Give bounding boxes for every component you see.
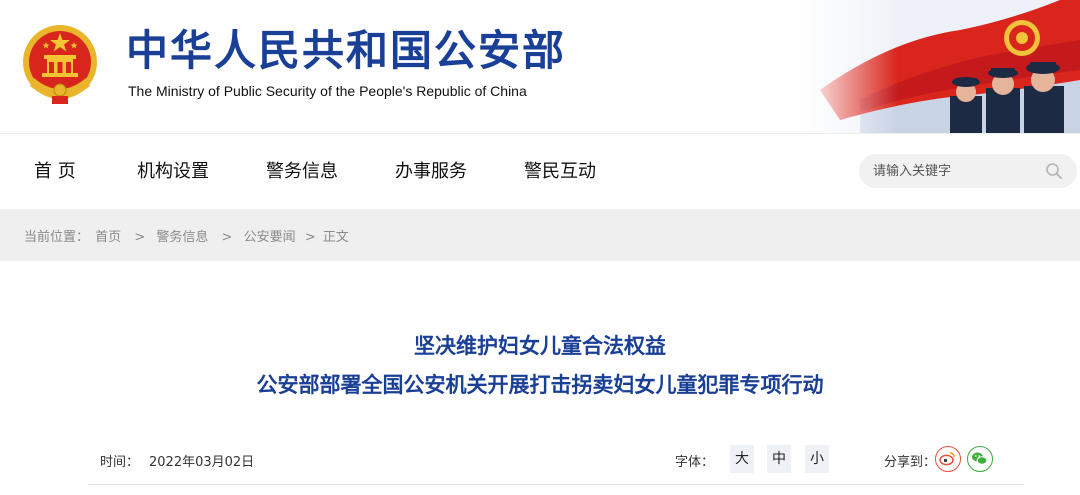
search-input[interactable] (873, 154, 1033, 188)
font-size-small-button[interactable]: 小 (805, 445, 829, 473)
honor-guard-banner-image (800, 0, 1080, 133)
site-title-chinese: 中华人民共和国公安部 (126, 26, 567, 75)
wechat-share-button[interactable] (967, 446, 993, 472)
weibo-share-button[interactable] (935, 446, 961, 472)
breadcrumb-news[interactable]: 公安要闻 (244, 230, 296, 245)
site-title-english: The Ministry of Public Security of the P… (128, 83, 527, 99)
breadcrumb-separator: > (134, 230, 146, 245)
nav-item-services[interactable]: 办事服务 (395, 160, 467, 184)
national-emblem-icon[interactable] (20, 22, 100, 106)
time-label: 时间： (100, 455, 140, 470)
weibo-icon (939, 452, 955, 466)
time-value: 2022年03月02日 (149, 455, 255, 470)
publish-time: 时间： 2022年03月02日 (100, 451, 264, 470)
article-title-line1: 坚决维护妇女儿童合法权益 (414, 334, 666, 358)
breadcrumb-police-info[interactable]: 警务信息 (156, 230, 208, 245)
breadcrumb-bar: 当前位置： 首页 > 警务信息 > 公安要闻 > 正文 (0, 209, 1080, 261)
breadcrumb-home[interactable]: 首页 (95, 230, 121, 245)
font-size-medium-button[interactable]: 中 (767, 445, 791, 473)
search-icon[interactable] (1045, 162, 1063, 180)
search-box (859, 154, 1077, 188)
breadcrumb-current: 正文 (322, 230, 349, 245)
breadcrumb-prefix: 当前位置： (24, 230, 90, 245)
nav-item-organization[interactable]: 机构设置 (137, 160, 209, 184)
breadcrumb-separator: > (221, 230, 233, 245)
wechat-icon (972, 452, 988, 465)
font-size-label: 字体： (675, 455, 715, 470)
meta-divider (88, 484, 1024, 485)
article-title-line2: 公安部部署全国公安机关开展打击拐卖妇女儿童犯罪专项行动 (256, 373, 824, 397)
breadcrumb-separator: > (304, 230, 316, 245)
font-size-large-button[interactable]: 大 (730, 445, 754, 473)
nav-item-interaction[interactable]: 警民互动 (524, 160, 596, 184)
site-header: 中华人民共和国公安部 The Ministry of Public Securi… (0, 0, 1080, 133)
breadcrumb: 当前位置： 首页 > 警务信息 > 公安要闻 > 正文 (24, 226, 351, 245)
nav-item-police-info[interactable]: 警务信息 (266, 160, 338, 184)
share-label: 分享到： (884, 455, 937, 470)
nav-item-home[interactable]: 首 页 (34, 160, 76, 184)
